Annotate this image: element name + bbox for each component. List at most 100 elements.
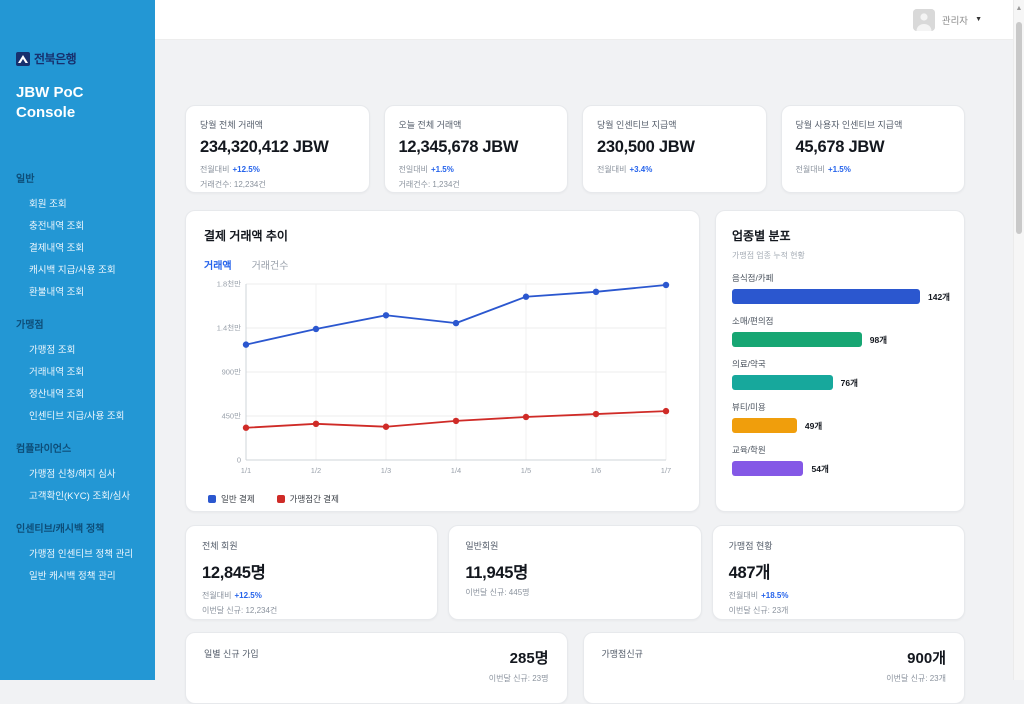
sidebar-item[interactable]: 회원 조회 xyxy=(16,192,155,214)
tab-count[interactable]: 거래건수 xyxy=(252,257,289,272)
kpi-card: 당월 인센티브 지급액230,500 JBW전월대비+3.4% xyxy=(582,105,767,193)
user-name: 관리자 xyxy=(942,13,968,27)
member-extra: 이번달 신규: 445명 xyxy=(465,587,684,598)
sidebar-item[interactable]: 가맹점 조회 xyxy=(16,338,155,360)
bottom-row: 일별 신규 가입285명이번달 신규: 23명 가맹점신규 900개이번달 신규: … xyxy=(185,632,965,704)
sidebar-item[interactable]: 거래내역 조회 xyxy=(16,360,155,382)
kpi-extra: 거래건수: 1,234건 xyxy=(399,179,554,190)
trend-chart-legend: 일반 결제 가맹점간 결제 xyxy=(204,493,681,505)
svg-text:1.4천만: 1.4천만 xyxy=(217,323,241,333)
bank-logo: 전북은행 xyxy=(16,50,155,67)
sidebar-item[interactable]: 가맹점 인센티브 정책 관리 xyxy=(16,542,155,564)
scrollbar-thumb[interactable] xyxy=(1016,22,1022,234)
svg-text:1/6: 1/6 xyxy=(591,466,601,475)
kpi-compare-value: +3.4% xyxy=(629,165,652,174)
kpi-value: 12,345,678 JBW xyxy=(399,138,554,157)
nav-section-label: 컴플라이언스 xyxy=(16,440,155,455)
trend-line-chart: 0450만900만1.4천만1.8천만1/11/21/31/41/51/61/7 xyxy=(204,272,683,484)
svg-text:0: 0 xyxy=(237,456,241,465)
kpi-value: 234,320,412 JBW xyxy=(200,138,355,157)
industry-bar-label: 의료/약국 xyxy=(732,358,948,370)
trend-chart-title: 결제 거래액 추이 xyxy=(204,227,681,244)
sidebar-item[interactable]: 충전내역 조회 xyxy=(16,214,155,236)
industry-distribution-subtitle: 가맹점 업종 누적 현황 xyxy=(732,250,948,261)
sidebar-item[interactable]: 캐시백 지급/사용 조회 xyxy=(16,258,155,280)
trend-chart-card: 결제 거래액 추이 거래액 거래건수 0450만900만1.4천만1.8천만1/… xyxy=(185,210,700,512)
member-value: 12,845명 xyxy=(202,559,421,583)
industry-bar-row: 54개 xyxy=(732,461,948,476)
industry-bar-label: 소매/편의점 xyxy=(732,315,948,327)
nav-section: 인센티브/캐시백 정책가맹점 인센티브 정책 관리일반 캐시백 정책 관리 xyxy=(16,520,155,586)
industry-bar-count: 54개 xyxy=(811,463,828,475)
industry-bar xyxy=(732,461,803,476)
industry-bar xyxy=(732,375,833,390)
industry-bar-count: 142개 xyxy=(928,291,950,303)
industry-bar-group: 뷰티/미용49개 xyxy=(732,401,948,433)
scroll-up-icon[interactable]: ▲ xyxy=(1014,0,1024,12)
industry-bar-group: 음식점/카페 142개 xyxy=(732,272,948,304)
chevron-down-icon: ▼ xyxy=(975,16,982,23)
nav-section-label: 가맹점 xyxy=(16,316,155,331)
sidebar-item[interactable]: 가맹점 신청/해지 심사 xyxy=(16,462,155,484)
nav-section-label: 일반 xyxy=(16,170,155,185)
svg-text:450만: 450만 xyxy=(222,412,242,421)
member-extra: 이번달 신규: 23개 xyxy=(729,605,948,616)
sidebar-item[interactable]: 정산내역 조회 xyxy=(16,382,155,404)
bank-name: 전북은행 xyxy=(34,50,76,67)
kpi-title: 당월 인센티브 지급액 xyxy=(597,118,752,131)
industry-bar-row: 76개 xyxy=(732,375,948,390)
bottom-stat-card: 일별 신규 가입285명이번달 신규: 23명 xyxy=(185,632,568,704)
member-card: 전체 회원12,845명전월대비+12.5%이번달 신규: 12,234건 xyxy=(185,525,438,620)
member-title: 일반회원 xyxy=(465,539,684,552)
industry-bar-group: 소매/편의점 98개 xyxy=(732,315,948,347)
legend-item: 가맹점간 결제 xyxy=(277,493,339,505)
industry-bar xyxy=(732,418,797,433)
nav-section: 컴플라이언스가맹점 신청/해지 심사고객확인(KYC) 조회/심사 xyxy=(16,440,155,506)
member-compare: 전월대비+12.5% xyxy=(202,590,421,601)
topbar: 관리자 ▼ xyxy=(155,0,1024,40)
bottom-stat-right: 900개이번달 신규: 23개 xyxy=(886,647,946,684)
member-compare: 전월대비+18.5% xyxy=(729,590,948,601)
industry-bar-count: 98개 xyxy=(870,334,887,346)
kpi-card: 당월 전체 거래액234,320,412 JBW전월대비+12.5%거래건수: … xyxy=(185,105,370,193)
tab-amount[interactable]: 거래액 xyxy=(204,257,232,272)
nav-section-label: 인센티브/캐시백 정책 xyxy=(16,520,155,535)
user-menu[interactable]: 관리자 ▼ xyxy=(913,9,982,31)
member-row: 전체 회원12,845명전월대비+12.5%이번달 신규: 12,234건일반회… xyxy=(185,525,965,620)
bottom-stat-title: 가맹점신규 xyxy=(602,647,643,660)
industry-bar xyxy=(732,289,920,304)
industry-bar-group: 교육/학원54개 xyxy=(732,444,948,476)
sidebar-item[interactable]: 결제내역 조회 xyxy=(16,236,155,258)
svg-text:1/1: 1/1 xyxy=(241,466,251,475)
kpi-value: 45,678 JBW xyxy=(796,138,951,157)
industry-bar-row: 98개 xyxy=(732,332,948,347)
industry-bar-row: 142개 xyxy=(732,289,948,304)
member-card: 가맹점 현황487개전월대비+18.5%이번달 신규: 23개 xyxy=(712,525,965,620)
member-compare-value: +12.5% xyxy=(234,591,261,600)
console-title-line2: Console xyxy=(16,103,155,123)
industry-bar-list: 음식점/카페 142개소매/편의점 98개의료/약국 76개뷰티/미용49개교육/학원… xyxy=(732,272,948,476)
nav-section: 일반회원 조회충전내역 조회결제내역 조회캐시백 지급/사용 조회환불내역 조회 xyxy=(16,170,155,302)
industry-bar-row: 49개 xyxy=(732,418,948,433)
sidebar-item[interactable]: 인센티브 지급/사용 조회 xyxy=(16,404,155,426)
sidebar-item[interactable]: 고객확인(KYC) 조회/심사 xyxy=(16,484,155,506)
sidebar-item[interactable]: 일반 캐시백 정책 관리 xyxy=(16,564,155,586)
sidebar-item[interactable]: 환불내역 조회 xyxy=(16,280,155,302)
member-compare-value: +18.5% xyxy=(761,591,788,600)
kpi-compare: 전월대비+1.5% xyxy=(796,164,951,175)
industry-bar-label: 음식점/카페 xyxy=(732,272,948,284)
user-avatar-icon xyxy=(913,9,935,31)
svg-text:1/5: 1/5 xyxy=(521,466,531,475)
svg-text:1/7: 1/7 xyxy=(661,466,671,475)
nav-section: 가맹점가맹점 조회거래내역 조회정산내역 조회인센티브 지급/사용 조회 xyxy=(16,316,155,426)
kpi-row: 당월 전체 거래액234,320,412 JBW전월대비+12.5%거래건수: … xyxy=(185,105,965,193)
svg-text:1/4: 1/4 xyxy=(451,466,461,475)
bottom-stat-extra: 이번달 신규: 23명 xyxy=(489,673,549,684)
legend-label: 일반 결제 xyxy=(221,493,255,505)
trend-chart-tabs: 거래액 거래건수 xyxy=(204,257,681,272)
scrollbar-track[interactable]: ▲ xyxy=(1013,0,1024,680)
member-card: 일반회원11,945명이번달 신규: 445명 xyxy=(448,525,701,620)
bottom-stat-card: 가맹점신규 900개이번달 신규: 23개 xyxy=(583,632,966,704)
industry-distribution-card: 업종별 분포 가맹점 업종 누적 현황 음식점/카페142개소매/편의점98개의… xyxy=(715,210,965,512)
svg-text:900만: 900만 xyxy=(222,368,242,377)
